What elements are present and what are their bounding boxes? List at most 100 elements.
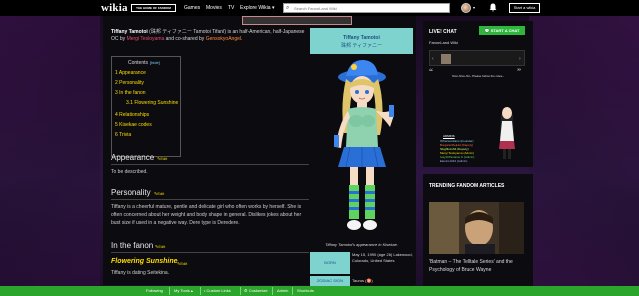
creator-link-mergi[interactable]: Mergi Tesloyama — [127, 36, 165, 42]
right-rail: LIVE! CHAT 💬 START A CHAT FanonLand Wiki… — [423, 16, 533, 286]
infobox-value-zodiac: Taurus (♉) — [352, 278, 373, 283]
character-infobox: Tiffany Tamotoi 珠邦 ティファニー Tiffany Tamoto… — [309, 26, 414, 286]
personality-text: Tiffany is a cheerful mature, gentle and… — [111, 204, 302, 226]
chat-mascot-image — [499, 107, 515, 159]
live-chat-module: LIVE! CHAT 💬 START A CHAT FanonLand Wiki… — [423, 21, 533, 167]
toc-item-appearance[interactable]: 1 Appearance — [115, 70, 146, 76]
section-heading-appearance: Appearance — [111, 153, 155, 162]
toolbar-admin[interactable]: Admin — [277, 288, 288, 293]
infobox-header: Tiffany Tamotoi 珠邦 ティファニー — [310, 28, 413, 54]
chevron-up-icon: ▴ — [190, 288, 193, 293]
toolbar-separator — [240, 287, 241, 295]
toc-hide-link[interactable]: [hide] — [150, 60, 160, 65]
chevron-left-icon[interactable]: ‹ — [432, 56, 434, 62]
start-a-wikia-button[interactable]: Start a wikia — [509, 3, 540, 13]
toc-item-kisekae-codes[interactable]: 5 Kisekae codes — [115, 122, 152, 128]
edit-label: Edit — [180, 261, 188, 266]
search-icon[interactable]: ⌕ — [286, 5, 289, 12]
appearance-text: To be described. — [111, 169, 148, 175]
toc-item-in-the-fanon[interactable]: 3 In the fanon — [115, 90, 146, 96]
wikia-bar-toolbar: Following My Tools ▴ • Custom Links ⚙ Cu… — [0, 286, 639, 296]
infobox-title: Tiffany Tamotoi — [343, 35, 380, 41]
start-a-chat-label: START A CHAT — [490, 28, 520, 33]
nav-link-tv[interactable]: TV — [228, 5, 234, 11]
toolbar-separator — [272, 287, 273, 295]
chat-welcome-quote: Nico-Nico-Nii~ Please follow the rules~ — [452, 74, 504, 78]
nav-link-games[interactable]: Games — [184, 5, 200, 11]
character-image[interactable] — [310, 55, 413, 242]
chevron-right-icon[interactable]: › — [519, 56, 521, 62]
trending-article-image[interactable] — [429, 202, 524, 254]
toc-item-personality[interactable]: 2 Personality — [115, 80, 144, 86]
search-box[interactable]: ⌕ — [283, 3, 450, 13]
chat-title: LIVE! CHAT — [429, 29, 457, 35]
edit-section-in-the-fanon[interactable]: ✎Edit — [155, 244, 165, 249]
toolbar-shortcuts[interactable]: Shortcuts — [297, 288, 314, 293]
intro-japanese-name: (珠邦 ティファニー Tamotoi Tifanī) — [147, 29, 227, 35]
section-divider — [111, 164, 311, 165]
edit-label: Edit — [158, 244, 166, 249]
intro-text-end: . — [241, 36, 243, 42]
admins-heading: ADMINS — [443, 134, 455, 138]
creator-link-gensokyo[interactable]: GensokyoAngel — [206, 36, 241, 42]
chat-users-carousel: ‹ › — [429, 50, 525, 66]
edit-section-appearance[interactable]: ✎Edit — [157, 156, 167, 161]
edit-section-personality[interactable]: ✎Edit — [154, 191, 164, 196]
header-image-edge — [242, 16, 352, 25]
infobox-label-born: BORN — [310, 252, 350, 274]
toc-item-trivia[interactable]: 6 Trivia — [115, 132, 131, 138]
toolbar-custom-links-label: Custom Links — [206, 288, 231, 293]
trending-title: TRENDING FANDOM ARTICLES — [429, 183, 505, 189]
table-of-contents: Contents [hide] 1 Appearance 2 Personali… — [111, 56, 181, 157]
toolbar-my-tools[interactable]: My Tools ▴ — [174, 288, 193, 293]
search-input[interactable] — [294, 4, 444, 12]
trending-thumbnail — [429, 202, 524, 254]
chevron-down-icon: ▾ — [271, 5, 275, 11]
flowering-sunshine-text: Tiffany is dating Seitekina. — [111, 270, 170, 276]
intro-text-part2: and co-shared by — [164, 36, 206, 42]
chat-wiki-name: FanonLand Wiki — [429, 40, 458, 45]
chat-user-avatar[interactable] — [441, 54, 451, 64]
user-avatar[interactable] — [461, 3, 471, 13]
toolbar-following[interactable]: Following — [146, 288, 163, 293]
nav-link-explore-label: Explore Wikia — [240, 5, 271, 11]
subsection-heading-flowering-sunshine: Flowering Sunshine — [111, 258, 178, 265]
edit-label: Edit — [157, 191, 165, 196]
edit-label: Edit — [160, 156, 168, 161]
infobox-value-born: May 15, 1990 (age 26) Lakewood, Colorado… — [352, 252, 413, 263]
article-intro: Tiffany Tamotoi (珠邦 ティファニー Tamotoi Tifan… — [111, 29, 306, 43]
trending-article-title[interactable]: 'Batman – The Telltale Series' and the P… — [429, 258, 526, 274]
trending-articles-module: TRENDING FANDOM ARTICLES 'Batman – The T… — [423, 174, 533, 286]
section-heading-personality: Personality — [111, 188, 151, 197]
open-quote-icon: “ — [429, 67, 433, 77]
toc-title: Contents — [128, 60, 149, 66]
background-left-decoration — [0, 0, 100, 296]
toolbar-my-tools-label: My Tools — [174, 288, 190, 293]
character-illustration — [334, 59, 394, 230]
toolbar-separator — [292, 287, 293, 295]
article-subject-name: Tiffany Tamotoi — [111, 29, 148, 35]
toolbar-customize-label: Customize — [248, 288, 268, 293]
nav-link-explore[interactable]: Explore Wikia ▾ — [240, 5, 274, 11]
section-divider — [111, 199, 311, 200]
section-divider — [111, 252, 311, 253]
background-right-decoration — [529, 0, 639, 296]
fandom-badge[interactable]: THE HOME OF FANDOM — [131, 4, 176, 12]
toolbar-custom-links[interactable]: • Custom Links — [204, 288, 231, 293]
nav-link-movies[interactable]: Movies — [206, 5, 222, 11]
link-icon: • — [204, 288, 206, 293]
notifications-bell-icon[interactable] — [489, 3, 497, 12]
admin-list-item[interactable]: Electro1234 (Admin) — [440, 159, 467, 163]
chat-bubble-icon: 💬 — [484, 28, 490, 33]
infobox-japanese-name: 珠邦 ティファニー — [340, 43, 383, 49]
toc-item-flowering-sunshine[interactable]: 3.1 Flowering Sunshine — [126, 100, 178, 106]
toc-item-relationships[interactable]: 4 Relationships — [115, 112, 149, 118]
chevron-down-icon[interactable]: ▾ — [473, 5, 475, 10]
toolbar-customize[interactable]: ⚙ Customize — [244, 288, 268, 293]
global-navigation: wikia THE HOME OF FANDOM Games Movies TV… — [0, 0, 639, 16]
wikia-logo[interactable]: wikia — [101, 2, 128, 14]
start-a-chat-button[interactable]: 💬 START A CHAT — [479, 26, 525, 35]
edit-section-flowering-sunshine[interactable]: ✎Edit — [177, 261, 187, 266]
close-quote-icon: ” — [517, 67, 521, 77]
section-heading-in-the-fanon: In the fanon — [111, 241, 154, 250]
